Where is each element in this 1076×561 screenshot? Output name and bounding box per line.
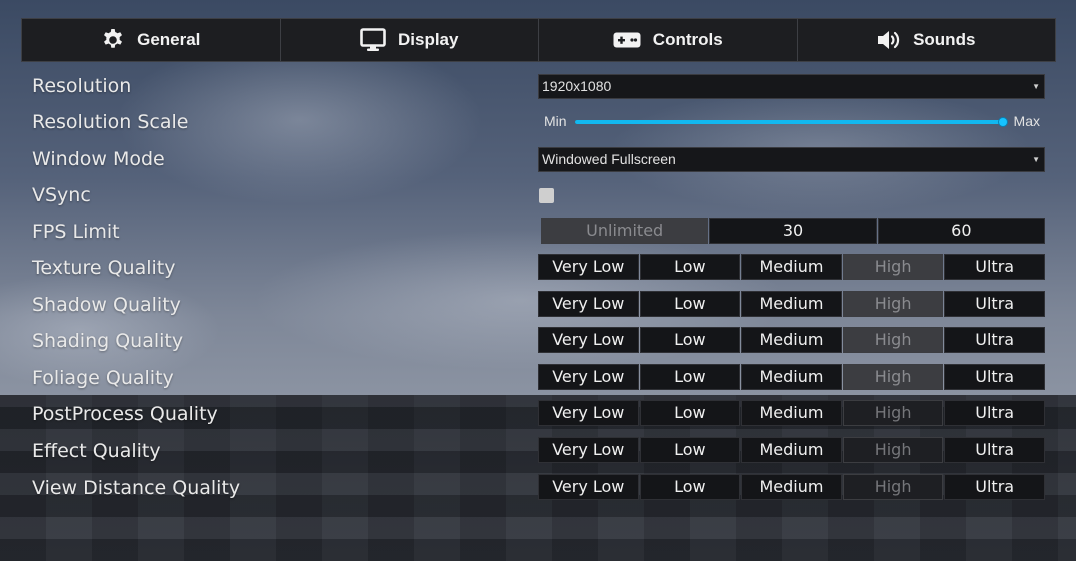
effect-quality-selector: Very Low Low Medium High Ultra [538,437,1045,463]
shadow-quality-option-medium[interactable]: Medium [741,291,842,317]
window-mode-label: Window Mode [32,148,165,170]
effect-quality-label: Effect Quality [32,440,161,462]
shadow-quality-option-ultra[interactable]: Ultra [944,291,1045,317]
postprocess-quality-option-high[interactable]: High [842,400,944,426]
resolution-dropdown[interactable]: 1920x1080 ▼ [538,74,1045,99]
tab-controls-label: Controls [652,30,723,49]
window-mode-row: Window Mode Windowed Fullscreen ▼ [0,144,1076,174]
resolution-row: Resolution 1920x1080 ▼ [0,71,1076,101]
slider-max-label: Max [1013,113,1040,129]
view-distance-quality-option-ultra[interactable]: Ultra [944,474,1045,500]
fps-option-unlimited[interactable]: Unlimited [541,218,709,244]
postprocess-quality-label: PostProcess Quality [32,403,218,425]
slider-fill [575,120,1003,124]
effect-quality-option-medium[interactable]: Medium [741,437,842,463]
shadow-quality-row: Shadow Quality Very Low Low Medium High Ultra [0,290,1076,320]
effect-quality-option-very-low[interactable]: Very Low [538,437,639,463]
postprocess-quality-option-medium[interactable]: Medium [741,400,842,426]
view-distance-quality-selector: Very Low Low Medium High Ultra [538,474,1045,500]
tab-sounds-label: Sounds [913,30,976,49]
view-distance-quality-option-very-low[interactable]: Very Low [538,474,639,500]
window-mode-dropdown-value: Windowed Fullscreen [542,151,676,167]
settings-tab-bar: General Display Controls Sounds [21,18,1056,62]
postprocess-quality-selector: Very Low Low Medium High Ultra [538,400,1045,426]
shading-quality-option-medium[interactable]: Medium [741,327,842,353]
tab-display[interactable]: Display [281,19,539,61]
effect-quality-option-ultra[interactable]: Ultra [944,437,1045,463]
resolution-scale-slider[interactable]: Min Max [538,107,1045,137]
shading-quality-option-ultra[interactable]: Ultra [944,327,1045,353]
foliage-quality-option-ultra[interactable]: Ultra [944,364,1045,390]
shading-quality-selector: Very Low Low Medium High Ultra [538,327,1045,353]
shading-quality-option-very-low[interactable]: Very Low [538,327,639,353]
view-distance-quality-option-medium[interactable]: Medium [741,474,842,500]
resolution-scale-row: Resolution Scale Min Max [0,107,1076,137]
shadow-quality-option-very-low[interactable]: Very Low [538,291,639,317]
gamepad-icon [613,32,641,48]
effect-quality-option-low[interactable]: Low [639,437,741,463]
view-distance-quality-row: View Distance Quality Very Low Low Medium Hi… [0,473,1076,503]
texture-quality-selector: Very Low Low Medium High Ultra [538,254,1045,280]
foliage-quality-option-very-low[interactable]: Very Low [538,364,639,390]
chevron-down-icon: ▼ [1032,82,1040,91]
shading-quality-row: Shading Quality Very Low Low Medium High Ultr… [0,326,1076,356]
tab-general[interactable]: General [22,19,281,61]
texture-quality-row: Texture Quality Very Low Low Medium High Ultr… [0,253,1076,283]
foliage-quality-option-medium[interactable]: Medium [741,364,842,390]
tab-controls[interactable]: Controls [539,19,798,61]
shading-quality-option-low[interactable]: Low [639,327,741,353]
fps-limit-label: FPS Limit [32,221,120,243]
resolution-dropdown-value: 1920x1080 [542,78,612,94]
fps-limit-selector: Unlimited 30 60 [541,218,1045,244]
foliage-quality-option-low[interactable]: Low [639,364,741,390]
vsync-row: VSync [0,180,1076,210]
foliage-quality-option-high[interactable]: High [842,364,944,390]
shadow-quality-option-low[interactable]: Low [639,291,741,317]
postprocess-quality-option-very-low[interactable]: Very Low [538,400,639,426]
window-mode-dropdown[interactable]: Windowed Fullscreen ▼ [538,147,1045,172]
foliage-quality-row: Foliage Quality Very Low Low Medium High Ultr… [0,363,1076,393]
slider-track[interactable] [575,117,1008,127]
shading-quality-option-high[interactable]: High [842,327,944,353]
effect-quality-option-high[interactable]: High [842,437,944,463]
texture-quality-option-low[interactable]: Low [639,254,741,280]
postprocess-quality-option-low[interactable]: Low [639,400,741,426]
texture-quality-label: Texture Quality [32,257,176,279]
view-distance-quality-label: View Distance Quality [32,477,241,499]
shadow-quality-option-high[interactable]: High [842,291,944,317]
effect-quality-row: Effect Quality Very Low Low Medium High Ultra [0,436,1076,466]
fps-option-30[interactable]: 30 [709,218,877,244]
shadow-quality-selector: Very Low Low Medium High Ultra [538,291,1045,317]
shadow-quality-label: Shadow Quality [32,294,181,316]
chevron-down-icon: ▼ [1032,155,1040,164]
view-distance-quality-option-low[interactable]: Low [639,474,741,500]
slider-min-label: Min [544,113,567,129]
texture-quality-option-ultra[interactable]: Ultra [944,254,1045,280]
fps-option-60[interactable]: 60 [877,218,1045,244]
texture-quality-option-very-low[interactable]: Very Low [538,254,639,280]
shading-quality-label: Shading Quality [32,330,184,352]
view-distance-quality-option-high[interactable]: High [842,474,944,500]
texture-quality-option-medium[interactable]: Medium [741,254,842,280]
speaker-icon [878,31,900,49]
resolution-label: Resolution [32,75,132,97]
texture-quality-option-high[interactable]: High [842,254,944,280]
vsync-label: VSync [32,184,91,206]
postprocess-quality-row: PostProcess Quality Very Low Low Medium High… [0,399,1076,429]
gear-icon [104,29,123,48]
fps-limit-row: FPS Limit Unlimited 30 60 [0,217,1076,247]
postprocess-quality-option-ultra[interactable]: Ultra [944,400,1045,426]
tab-sounds[interactable]: Sounds [798,19,1056,61]
tab-general-label: General [137,30,201,49]
monitor-icon [360,28,386,51]
foliage-quality-selector: Very Low Low Medium High Ultra [538,364,1045,390]
resolution-scale-label: Resolution Scale [32,111,189,133]
foliage-quality-label: Foliage Quality [32,367,174,389]
slider-thumb[interactable] [998,117,1008,127]
vsync-checkbox[interactable] [539,188,554,203]
tab-display-label: Display [398,30,459,49]
